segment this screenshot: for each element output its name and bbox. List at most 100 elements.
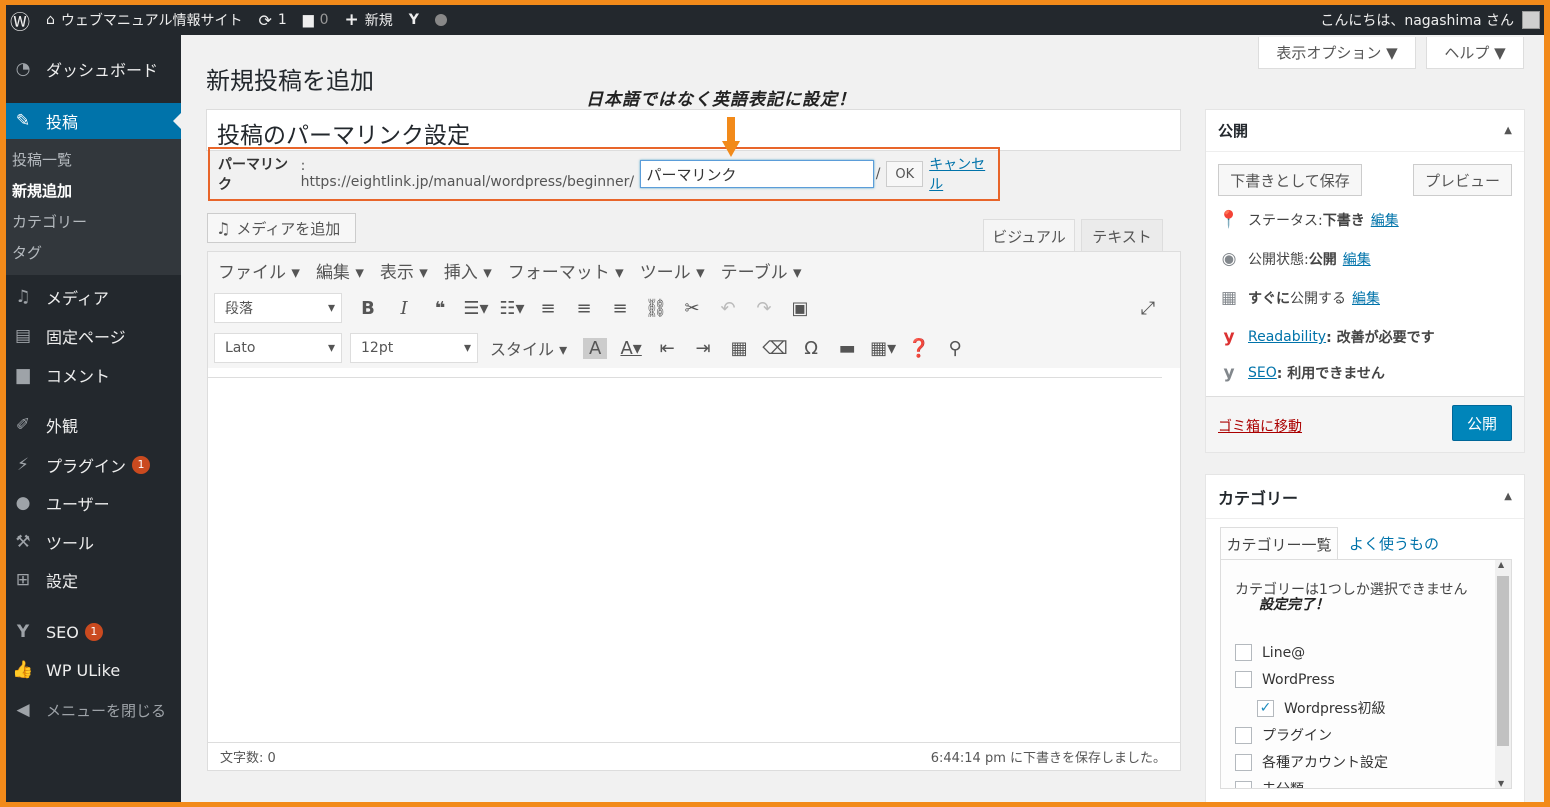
preview-button[interactable]: プレビュー [1413, 164, 1512, 196]
readability-link[interactable]: Readability [1248, 329, 1326, 345]
post-title-input[interactable]: 投稿のパーマリンク設定 [206, 109, 1181, 151]
sidebar-item-pages[interactable]: ▤ 固定ページ [6, 318, 181, 354]
menu-edit[interactable]: 編集 ▾ [316, 258, 364, 283]
category-item-wordpress[interactable]: WordPress [1235, 671, 1335, 688]
collapse-menu-button[interactable]: ◀ メニューを閉じる [6, 692, 181, 728]
sidebar-item-comments[interactable]: ▆ コメント [6, 357, 181, 393]
sidebar-item-users[interactable]: ● ユーザー [6, 485, 181, 521]
tab-popular-categories[interactable]: よく使うもの [1342, 527, 1446, 560]
seo-link[interactable]: SEO [1248, 365, 1277, 381]
category-checkbox[interactable] [1235, 671, 1252, 688]
find-replace-icon[interactable]: ⚲ [937, 338, 973, 359]
numbered-list-icon[interactable]: ☷▾ [494, 298, 530, 319]
scrollbar-thumb[interactable] [1497, 576, 1509, 746]
submenu-add-new[interactable]: 新規追加 [6, 176, 181, 207]
font-family-select[interactable]: Lato ▾ [214, 333, 342, 363]
category-checkbox[interactable] [1235, 644, 1252, 661]
site-name-link[interactable]: ⌂ ウェブマニュアル情報サイト [38, 5, 250, 35]
menu-insert[interactable]: 挿入 ▾ [444, 258, 492, 283]
menu-file[interactable]: ファイル ▾ [218, 258, 300, 283]
blockquote-icon[interactable]: ❝ [422, 298, 458, 319]
font-size-select[interactable]: 12pt ▾ [350, 333, 478, 363]
permalink-cancel-link[interactable]: キャンセル [929, 154, 998, 194]
scroll-up-icon[interactable]: ▲ [1498, 560, 1504, 569]
category-checkbox[interactable] [1235, 726, 1252, 744]
save-draft-button[interactable]: 下書きとして保存 [1218, 164, 1362, 196]
category-checkbox[interactable] [1235, 780, 1252, 788]
yoast-icon[interactable]: Y [401, 5, 427, 35]
wordpress-logo-icon[interactable]: Ⓦ [6, 5, 38, 35]
image-icon[interactable]: ▣ [782, 298, 818, 319]
text-background-icon[interactable]: A [583, 337, 608, 359]
menu-tools[interactable]: ツール ▾ [640, 258, 705, 283]
permalink-ok-button[interactable]: OK [886, 161, 924, 187]
sidebar-item-posts[interactable]: ✎ 投稿 [6, 103, 181, 139]
sidebar-item-tools[interactable]: ⚒ ツール [6, 524, 181, 560]
horizontal-line-icon[interactable]: ▬ [829, 338, 865, 359]
updates-link[interactable]: ⟳ 1 [250, 5, 294, 35]
indent-icon[interactable]: ⇥ [685, 338, 721, 359]
screen-options-button[interactable]: 表示オプション ▼ [1258, 37, 1416, 69]
help-icon[interactable]: ❓ [901, 338, 937, 359]
special-character-icon[interactable]: Ω [793, 338, 829, 359]
menu-table[interactable]: テーブル ▾ [721, 258, 802, 283]
tab-text[interactable]: テキスト [1081, 219, 1163, 252]
outdent-icon[interactable]: ⇤ [649, 338, 685, 359]
clear-formatting-icon[interactable]: ⌫ [757, 338, 793, 359]
unlink-icon[interactable]: ✂ [674, 298, 710, 319]
help-button[interactable]: ヘルプ ▼ [1426, 37, 1524, 69]
bold-icon[interactable]: B [350, 298, 386, 319]
category-checkbox[interactable] [1235, 753, 1252, 771]
sidebar-item-settings[interactable]: ⊞ 設定 [6, 562, 181, 598]
menu-format[interactable]: フォーマット ▾ [508, 258, 624, 283]
italic-icon[interactable]: I [386, 298, 422, 319]
align-right-icon[interactable]: ≡ [602, 298, 638, 319]
table-icon[interactable]: ▦▾ [865, 338, 901, 359]
edit-schedule-link[interactable]: 編集 [1352, 288, 1380, 308]
add-media-button[interactable]: ♫ メディアを追加 [207, 213, 356, 243]
sidebar-item-dashboard[interactable]: ◔ ダッシュボード [6, 51, 181, 87]
styles-menu[interactable]: スタイル ▾ [490, 336, 567, 360]
category-item-uncategorized[interactable]: 未分類 [1235, 779, 1304, 788]
publish-box-header[interactable]: 公開 ▲ [1206, 110, 1524, 152]
category-item-plugin[interactable]: プラグイン [1235, 725, 1332, 745]
move-to-trash-link[interactable]: ゴミ箱に移動 [1218, 416, 1302, 436]
align-center-icon[interactable]: ≡ [566, 298, 602, 319]
comments-link[interactable]: ▆ 0 [295, 5, 337, 35]
sidebar-item-seo[interactable]: Y SEO 1 [6, 614, 181, 650]
permalink-slug-input[interactable]: パーマリンク [639, 160, 874, 188]
submenu-all-posts[interactable]: 投稿一覧 [6, 145, 181, 176]
category-checkbox-checked[interactable]: ✓ [1257, 699, 1274, 717]
editor-content-area[interactable] [208, 377, 1162, 742]
sidebar-item-plugins[interactable]: ⚡ プラグイン 1 [6, 447, 181, 483]
submenu-categories[interactable]: カテゴリー [6, 207, 181, 238]
sidebar-item-wp-ulike[interactable]: 👍 WP ULike [6, 652, 181, 688]
categories-box-header[interactable]: カテゴリー ▲ [1206, 475, 1524, 519]
category-item-account-settings[interactable]: 各種アカウント設定 [1235, 752, 1388, 772]
paste-text-icon[interactable]: ▦ [721, 338, 757, 359]
category-item-line[interactable]: Line@ [1235, 644, 1305, 661]
new-content-link[interactable]: + 新規 [337, 5, 401, 35]
tab-visual[interactable]: ビジュアル [983, 219, 1075, 252]
align-left-icon[interactable]: ≡ [530, 298, 566, 319]
link-icon[interactable]: ⛓ [638, 298, 674, 319]
edit-visibility-link[interactable]: 編集 [1343, 249, 1371, 269]
undo-icon[interactable]: ↶ [710, 298, 746, 319]
submenu-tags[interactable]: タグ [6, 238, 181, 269]
tab-all-categories[interactable]: カテゴリー一覧 [1220, 527, 1338, 560]
bullet-list-icon[interactable]: ☰▾ [458, 298, 494, 319]
menu-view[interactable]: 表示 ▾ [380, 258, 428, 283]
fullscreen-icon[interactable]: ⤢ [1130, 298, 1166, 319]
text-color-icon[interactable]: A▾ [613, 338, 649, 359]
sidebar-item-appearance[interactable]: ✐ 外観 [6, 407, 181, 443]
sidebar-item-media[interactable]: ♫ メディア [6, 279, 181, 315]
format-select[interactable]: 段落 ▾ [214, 293, 342, 323]
edit-status-link[interactable]: 編集 [1371, 210, 1399, 230]
publish-button[interactable]: 公開 [1452, 405, 1512, 441]
scroll-down-icon[interactable]: ▼ [1498, 779, 1504, 788]
category-scrollbar[interactable]: ▲ ▼ [1495, 560, 1511, 788]
user-greeting[interactable]: こんにちは、nagashima さん [1320, 10, 1514, 30]
category-item-wordpress-beginner[interactable]: ✓ Wordpress初級 [1257, 698, 1386, 718]
avatar[interactable] [1522, 11, 1540, 29]
redo-icon[interactable]: ↷ [746, 298, 782, 319]
